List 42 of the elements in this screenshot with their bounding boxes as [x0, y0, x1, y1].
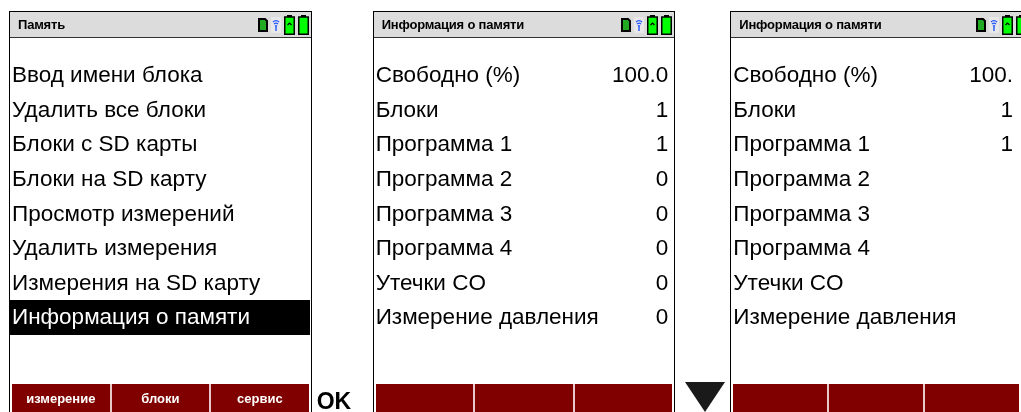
info-label: Свободно (%)	[375, 62, 521, 89]
info-label: Блоки	[733, 96, 797, 123]
menu-item[interactable]: Удалить измерения	[10, 230, 310, 266]
menu-item[interactable]: Просмотр измерений	[10, 196, 310, 231]
info-value: 1	[655, 96, 670, 123]
info-label: Программа 3	[375, 200, 513, 227]
menu-item[interactable]: Измерения на SD карту	[10, 265, 310, 301]
info-value: 100.0	[612, 62, 670, 89]
menu-item[interactable]: Ввод имени блока	[10, 58, 310, 93]
softkey[interactable]: сервис	[211, 384, 309, 412]
info-value: 0	[655, 269, 670, 296]
info-label: Утечки CO	[733, 269, 844, 296]
info-value: 0	[655, 200, 670, 227]
softkey[interactable]: блоки	[111, 384, 210, 412]
menu-item[interactable]: Блоки на SD карту	[10, 161, 310, 197]
info-label: Измерение давления	[375, 304, 599, 331]
info-value: 100.	[969, 62, 1014, 89]
info-value: 0	[655, 166, 670, 193]
info-label: Программа 1	[375, 131, 513, 158]
info-label: Измерение давления	[733, 304, 957, 331]
menu-item[interactable]: Информация о памяти	[10, 300, 310, 335]
info-label: Программа 4	[733, 235, 870, 262]
menu-item[interactable]: Блоки с SD карты	[10, 127, 310, 162]
screen-title: Память	[18, 17, 66, 32]
info-label: Программа 1	[733, 131, 870, 158]
screen-title: Информация о памяти	[739, 17, 883, 32]
screen-title: Информация о памяти	[381, 17, 525, 32]
softkey[interactable]: измерение	[12, 384, 110, 412]
info-label: Блоки	[375, 96, 439, 123]
menu-item[interactable]: Удалить все блоки	[10, 92, 310, 128]
info-label: Программа 2	[733, 166, 870, 193]
info-value: 1	[655, 131, 670, 158]
ok-key-label: OK	[316, 390, 352, 412]
info-value: 1	[1000, 96, 1014, 123]
info-value: 0	[655, 304, 670, 331]
info-label: Свободно (%)	[733, 62, 878, 89]
info-label: Программа 2	[375, 166, 513, 193]
info-label: Программа 4	[375, 235, 513, 262]
info-label: Утечки CO	[375, 269, 486, 296]
info-value: 1	[1000, 131, 1014, 158]
info-label: Программа 3	[733, 200, 870, 227]
info-value: 0	[655, 235, 670, 262]
